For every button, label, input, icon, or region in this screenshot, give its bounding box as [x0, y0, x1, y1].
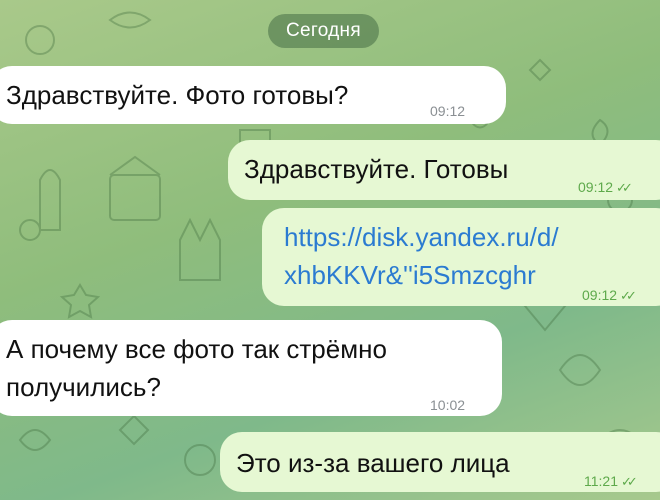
message-link-line2[interactable]: xhbKKVr&''i5Smzcghr	[284, 256, 536, 294]
message-text: Здравствуйте. Фото готовы?	[6, 80, 349, 110]
message-time-value: 11:21	[584, 473, 618, 489]
message-time: 09:12 ✓✓	[582, 276, 637, 315]
message-text-line2: получились?	[6, 372, 161, 402]
double-check-icon: ✓✓	[616, 180, 633, 195]
message-text: Это из-за вашего лица	[236, 448, 510, 478]
message-link-line1[interactable]: https://disk.yandex.ru/d/	[284, 218, 559, 256]
message-text: Здравствуйте. Готовы	[244, 154, 509, 184]
message-time: 11:21 ✓✓	[584, 462, 638, 500]
message-incoming[interactable]: А почему все фото так стрёмно получились…	[0, 320, 502, 416]
message-time: 10:02	[430, 397, 466, 413]
message-outgoing[interactable]: Здравствуйте. Готовы 09:12 ✓✓	[228, 140, 660, 200]
message-time-value: 09:12	[582, 287, 618, 303]
message-incoming[interactable]: Здравствуйте. Фото готовы? 09:12	[0, 66, 506, 124]
message-outgoing-link[interactable]: https://disk.yandex.ru/d/ xhbKKVr&''i5Sm…	[262, 208, 660, 306]
double-check-icon: ✓✓	[621, 474, 638, 489]
message-outgoing[interactable]: Это из-за вашего лица 11:21 ✓✓	[220, 432, 660, 492]
message-time-value: 09:12	[578, 179, 614, 195]
message-time: 09:12 ✓✓	[578, 168, 633, 207]
double-check-icon: ✓✓	[620, 288, 637, 303]
message-time: 09:12	[430, 103, 466, 119]
message-text-line1: А почему все фото так стрёмно	[6, 334, 387, 364]
date-separator: Сегодня	[268, 14, 379, 48]
